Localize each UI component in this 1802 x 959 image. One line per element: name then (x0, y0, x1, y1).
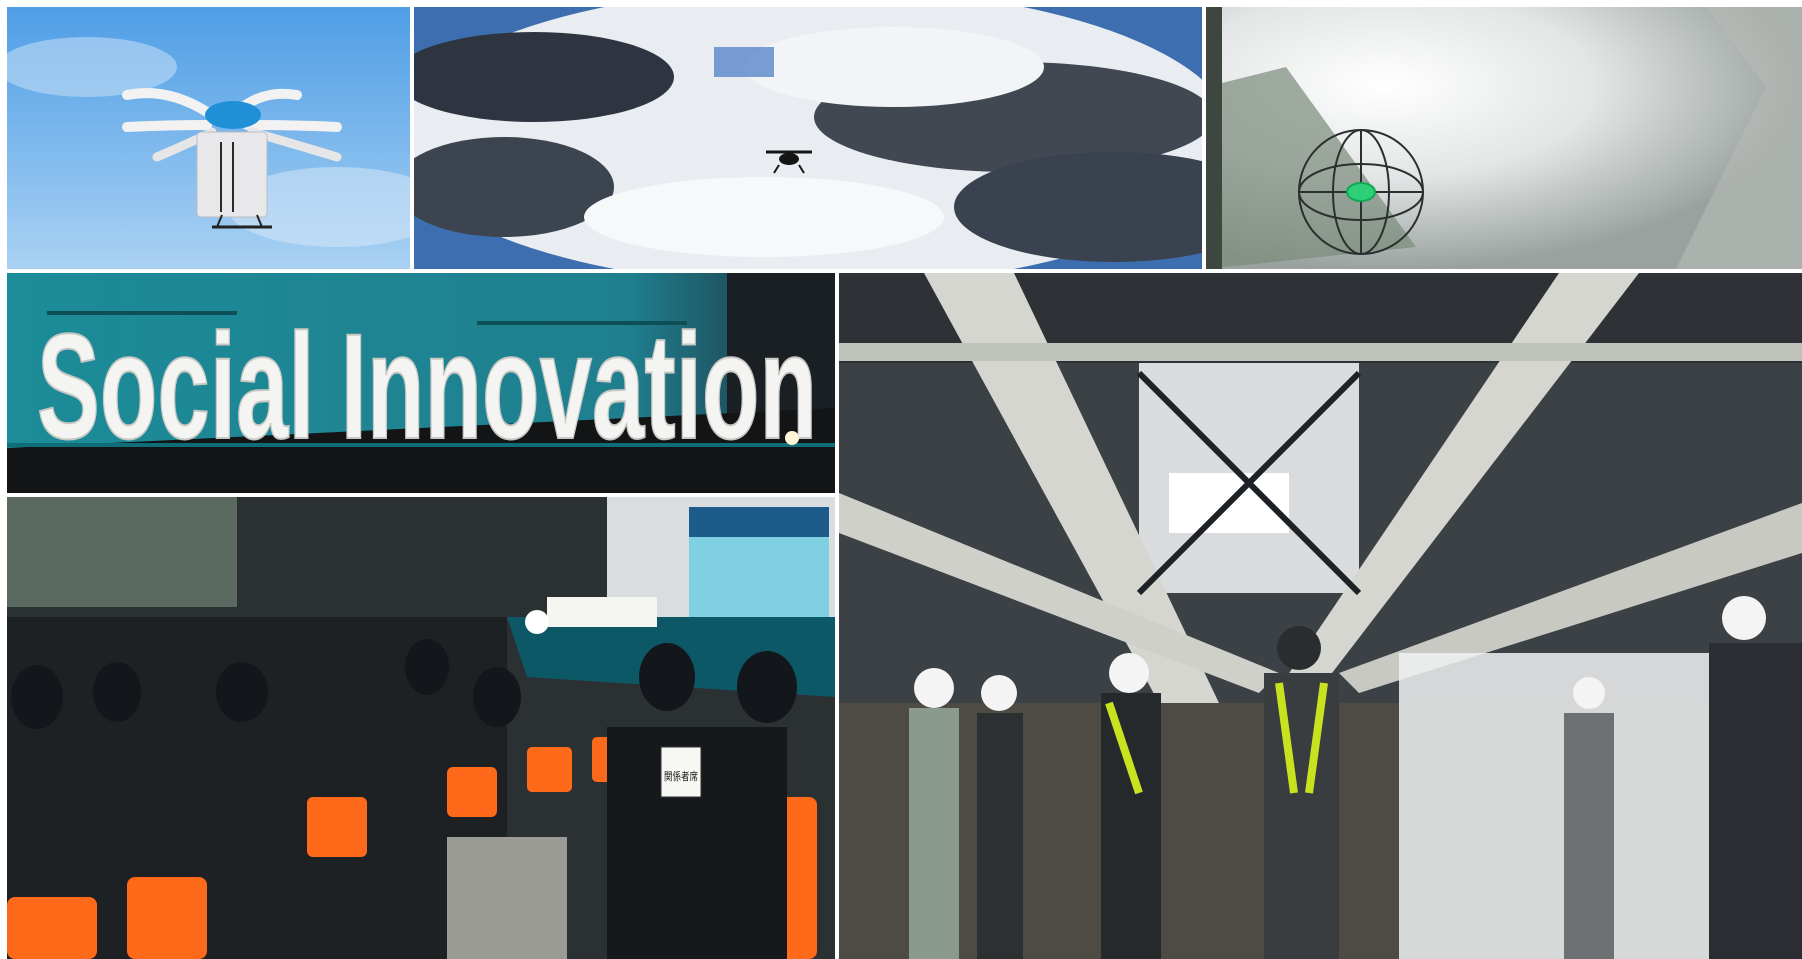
photo-drone-in-clouds (414, 7, 1202, 269)
photo-stage-sign: Social Innovation (7, 273, 835, 493)
photo-bridge-inspection (839, 273, 1802, 959)
photo-conference-audience: 関係者席 (7, 497, 835, 959)
cage-drone-icon (1298, 129, 1424, 255)
photo-cage-drone (1206, 7, 1802, 269)
svg-text:関係者席: 関係者席 (664, 769, 698, 783)
sign-letters-icon: Social Innovation (37, 302, 817, 470)
photo-cargo-drone (7, 7, 410, 269)
